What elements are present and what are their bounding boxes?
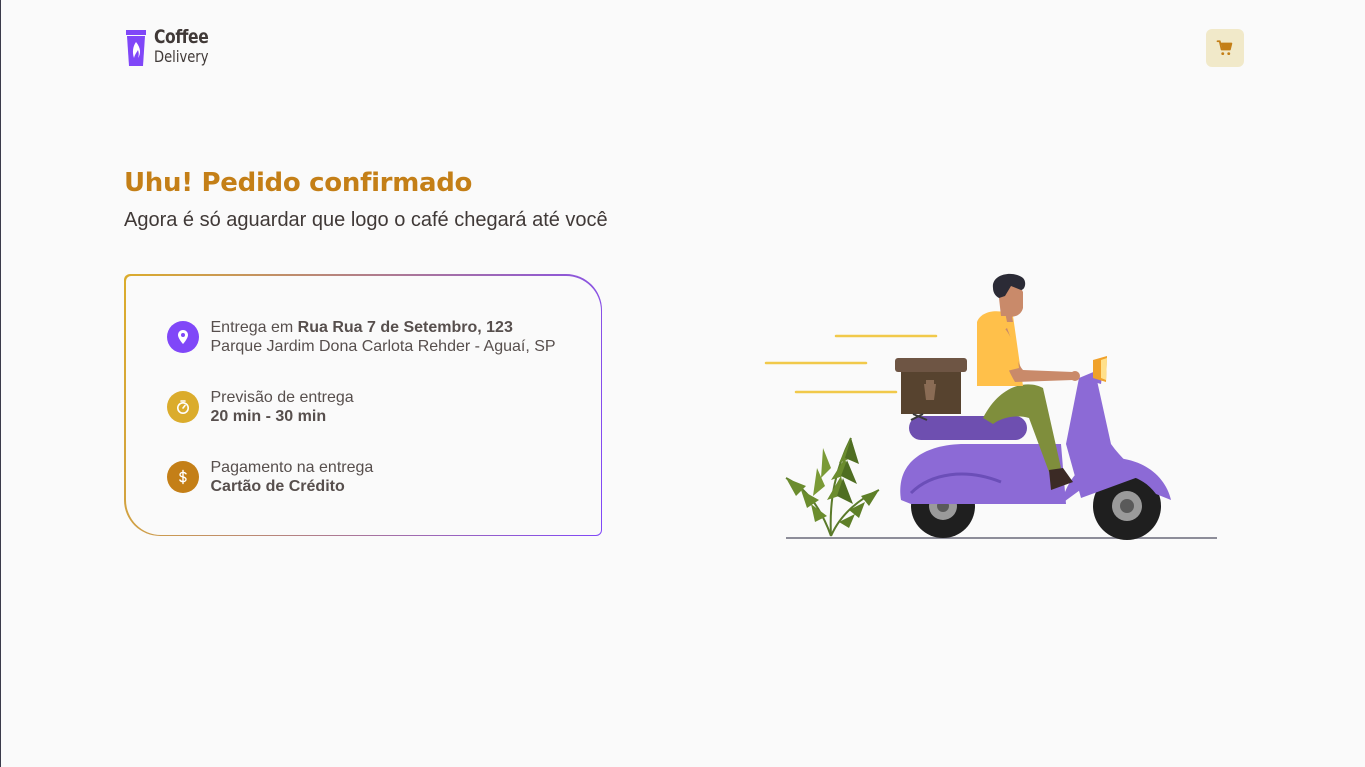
logo-line-2: Delivery — [154, 47, 209, 66]
cart-button[interactable] — [1206, 29, 1244, 67]
shopping-cart-icon — [1216, 40, 1233, 56]
delivery-estimate-item: Previsão de entrega 20 min - 30 min — [166, 388, 354, 426]
delivery-prefix: Entrega em — [210, 318, 298, 336]
payment-value: Cartão de Crédito — [210, 477, 345, 495]
delivery-scooter-illustration — [764, 273, 1217, 540]
order-info-card: Entrega em Rua Rua 7 de Setembro, 123 Pa… — [124, 274, 602, 536]
payment-method-item: Pagamento na entrega Cartão de Crédito — [166, 458, 374, 496]
coffee-delivery-logo[interactable]: Coffee Delivery — [124, 28, 224, 70]
estimate-value: 20 min - 30 min — [210, 407, 327, 425]
currency-dollar-icon — [166, 460, 199, 493]
page-subtitle: Agora é só aguardar que logo o café cheg… — [124, 209, 608, 231]
page-title: Uhu! Pedido confirmado — [124, 168, 473, 198]
coffee-cup-icon — [126, 30, 146, 66]
delivery-box-icon — [895, 358, 967, 421]
logo-line-1: Coffee — [154, 26, 209, 48]
payment-label: Pagamento na entrega — [210, 458, 374, 476]
delivery-area: Parque Jardim Dona Carlota Rehder - Agua… — [210, 337, 556, 355]
map-pin-icon — [166, 320, 199, 353]
plant-icon — [785, 437, 880, 537]
delivery-address-item: Entrega em Rua Rua 7 de Setembro, 123 Pa… — [166, 318, 556, 356]
timer-icon — [166, 390, 199, 423]
estimate-label: Previsão de entrega — [210, 388, 354, 406]
app-header: Coffee Delivery — [1, 0, 1365, 96]
delivery-street: Rua Rua 7 de Setembro, 123 — [297, 318, 513, 336]
